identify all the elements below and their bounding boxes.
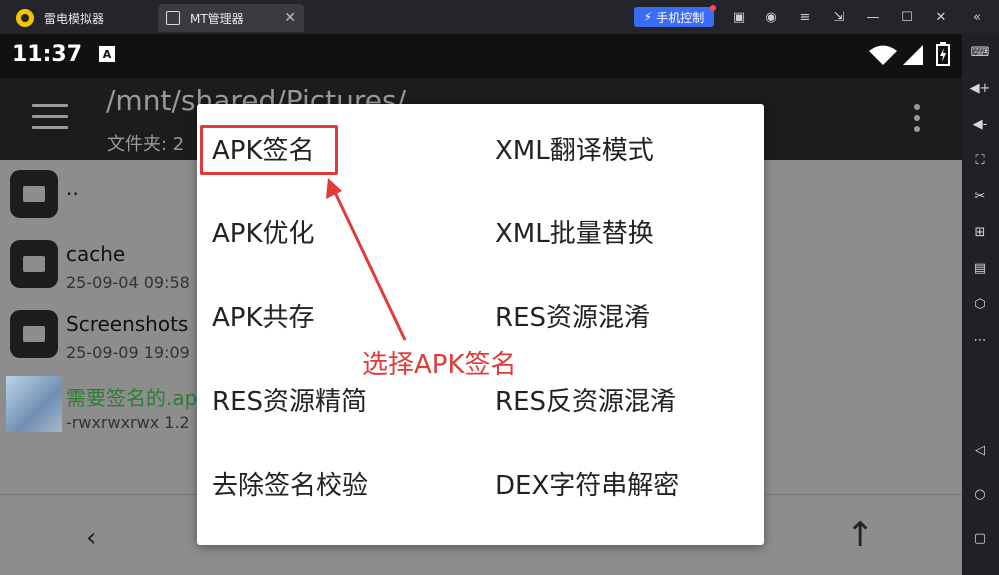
annotation-label: 选择APK签名 [362, 350, 517, 380]
annotation-arrow [326, 178, 407, 341]
